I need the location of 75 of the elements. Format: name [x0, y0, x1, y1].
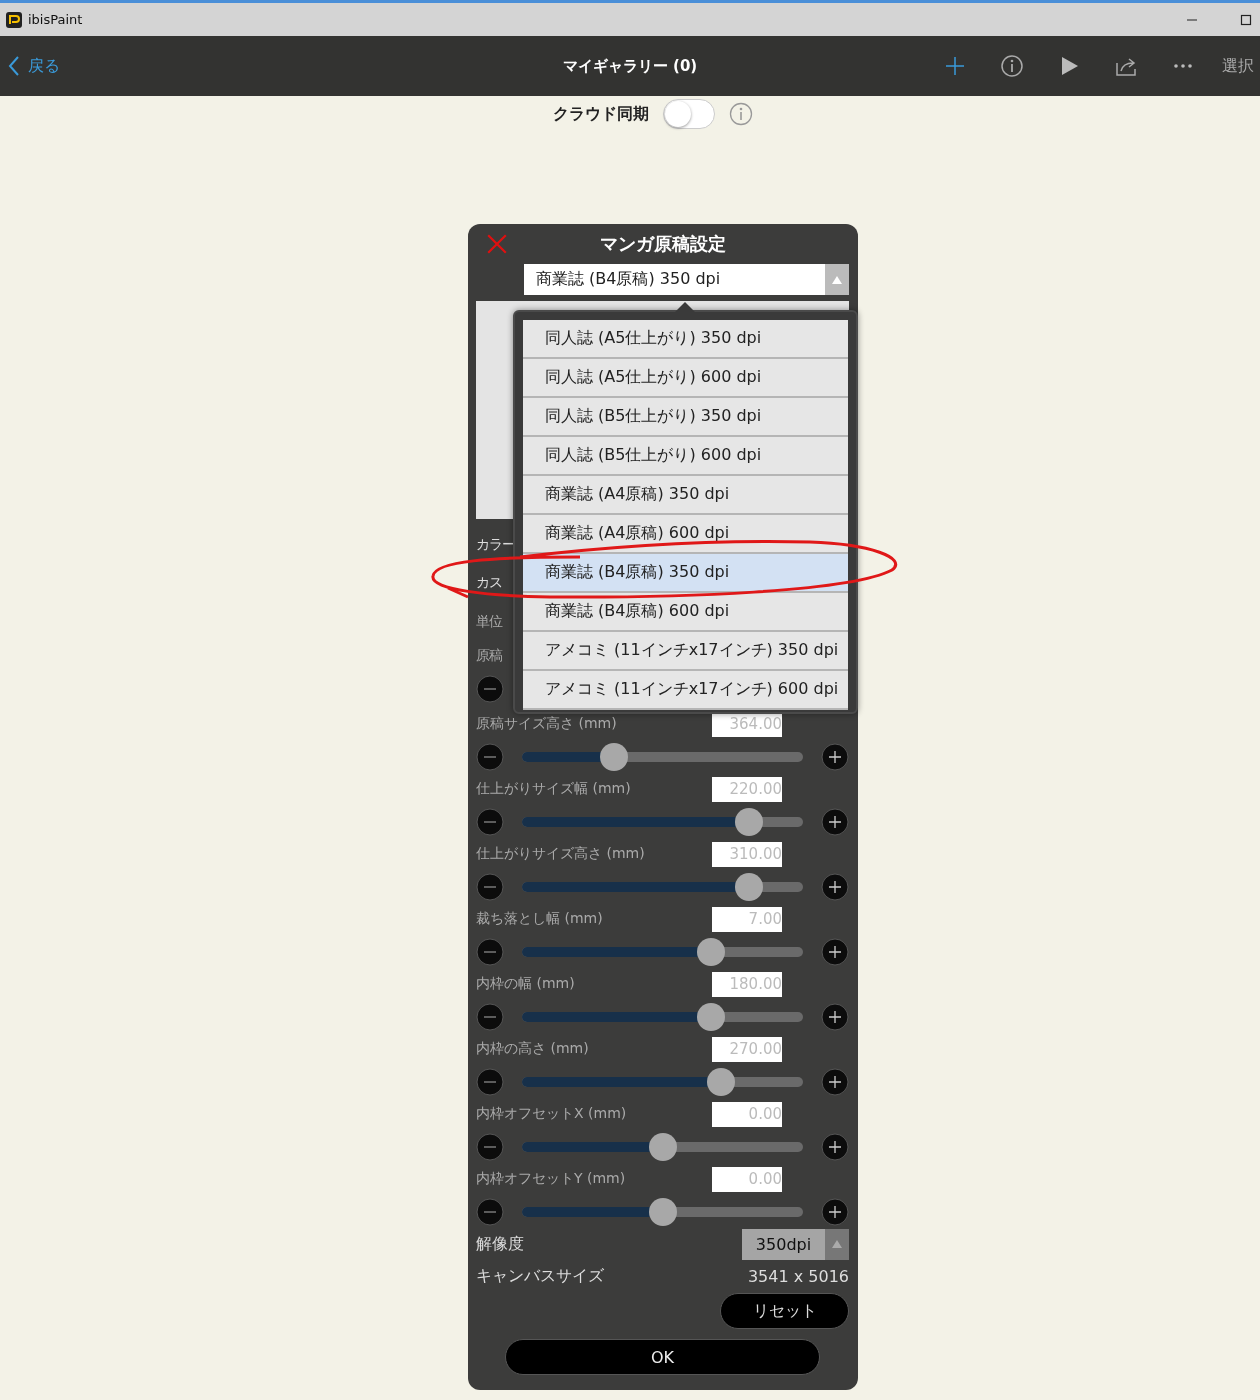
caret-icon	[832, 1240, 842, 1248]
plus-button[interactable]	[821, 742, 849, 771]
info-icon[interactable]	[728, 102, 753, 126]
reset-button[interactable]: リセット	[720, 1293, 849, 1329]
plus-button[interactable]	[821, 937, 849, 966]
menu-item[interactable]: 商業誌 (B4原稿) 350 dpi	[523, 554, 848, 593]
window-title: ibisPaint	[28, 12, 83, 27]
plus-button[interactable]	[821, 1067, 849, 1096]
setting-label: 仕上がりサイズ幅 (mm)	[476, 780, 631, 799]
canvas-size-label: キャンバスサイズ	[476, 1265, 604, 1287]
slider-track[interactable]	[522, 937, 803, 966]
minus-button[interactable]	[476, 872, 504, 901]
preset-dropdown[interactable]: 商業誌 (B4原稿) 350 dpi	[524, 264, 849, 295]
plus-button[interactable]	[821, 872, 849, 901]
setting-label: 原稿	[476, 647, 502, 665]
setting-label: 内枠の高さ (mm)	[476, 1040, 589, 1059]
setting-label: 内枠オフセットY (mm)	[476, 1170, 626, 1189]
slider-track[interactable]	[522, 1067, 803, 1096]
plus-button[interactable]	[821, 1002, 849, 1031]
dialog-title: マンガ原稿設定	[599, 232, 726, 256]
slider-track[interactable]	[522, 1132, 803, 1161]
menu-item[interactable]: 商業誌 (B4原稿) 600 dpi	[523, 593, 848, 632]
caret-icon	[832, 275, 842, 284]
slider-thumb[interactable]	[648, 1197, 677, 1226]
setting-label: 裁ち落とし幅 (mm)	[476, 910, 603, 929]
menu-item[interactable]: 同人誌 (B5仕上がり) 600 dpi	[523, 437, 848, 476]
plus-button[interactable]	[821, 1197, 849, 1226]
minus-button[interactable]	[476, 1067, 504, 1096]
resolution-label: 解像度	[476, 1233, 524, 1255]
slider-track[interactable]	[522, 1002, 803, 1031]
menu-item[interactable]: アメコミ (11インチx17インチ) 600 dpi	[523, 671, 848, 710]
menu-item[interactable]: アメコミ (11インチx17インチ) 350 dpi	[523, 632, 848, 671]
app-icon	[6, 11, 22, 28]
menu-item[interactable]: 同人誌 (B5仕上がり) 350 dpi	[523, 398, 848, 437]
back-icon	[8, 55, 20, 77]
select-button[interactable]: 選択	[1222, 55, 1254, 77]
plus-button[interactable]	[821, 807, 849, 836]
cloud-sync-label: クラウド同期	[552, 103, 649, 125]
slider-track[interactable]	[522, 1197, 803, 1226]
add-icon[interactable]	[943, 54, 967, 78]
slider-thumb[interactable]	[696, 937, 725, 966]
setting-label: 内枠オフセットX (mm)	[476, 1105, 627, 1124]
slider-thumb[interactable]	[734, 807, 763, 836]
menu-item[interactable]: 商業誌 (A4原稿) 600 dpi	[523, 515, 848, 554]
menu-item[interactable]: 同人誌 (A5仕上がり) 600 dpi	[523, 359, 848, 398]
minus-button[interactable]	[476, 675, 504, 703]
slider-track[interactable]	[522, 742, 803, 771]
canvas-size-value: 3541 x 5016	[747, 1266, 849, 1286]
minus-button[interactable]	[476, 1197, 504, 1226]
minus-button[interactable]	[476, 742, 504, 771]
gallery-title: マイギャラリー (0)	[562, 56, 698, 76]
setting-label: 内枠の幅 (mm)	[476, 975, 575, 994]
minus-button[interactable]	[476, 937, 504, 966]
minus-button[interactable]	[476, 1002, 504, 1031]
plus-button[interactable]	[821, 1132, 849, 1161]
setting-label: 単位	[476, 613, 502, 631]
slider-track[interactable]	[522, 807, 803, 836]
minus-button[interactable]	[476, 807, 504, 836]
ok-button[interactable]: OK	[505, 1339, 820, 1375]
slider-thumb[interactable]	[706, 1067, 735, 1096]
back-button[interactable]: 戻る	[8, 55, 60, 77]
slider-thumb[interactable]	[600, 742, 629, 771]
minus-button[interactable]	[476, 1132, 504, 1161]
slider-thumb[interactable]	[696, 1002, 725, 1031]
slider-track[interactable]	[522, 872, 803, 901]
info-icon[interactable]	[1000, 54, 1024, 78]
menu-item[interactable]: 同人誌 (A5仕上がり) 350 dpi	[523, 320, 848, 359]
maximize-icon[interactable]	[1240, 13, 1252, 26]
cloud-sync-toggle[interactable]	[662, 99, 715, 129]
setting-label: カス	[476, 574, 502, 592]
menu-item[interactable]: 商業誌 (A4原稿) 350 dpi	[523, 476, 848, 515]
setting-label: 仕上がりサイズ高さ (mm)	[476, 845, 645, 864]
slider-thumb[interactable]	[648, 1132, 677, 1161]
slider-thumb[interactable]	[734, 872, 763, 901]
setting-label: 原稿サイズ高さ (mm)	[476, 715, 617, 734]
